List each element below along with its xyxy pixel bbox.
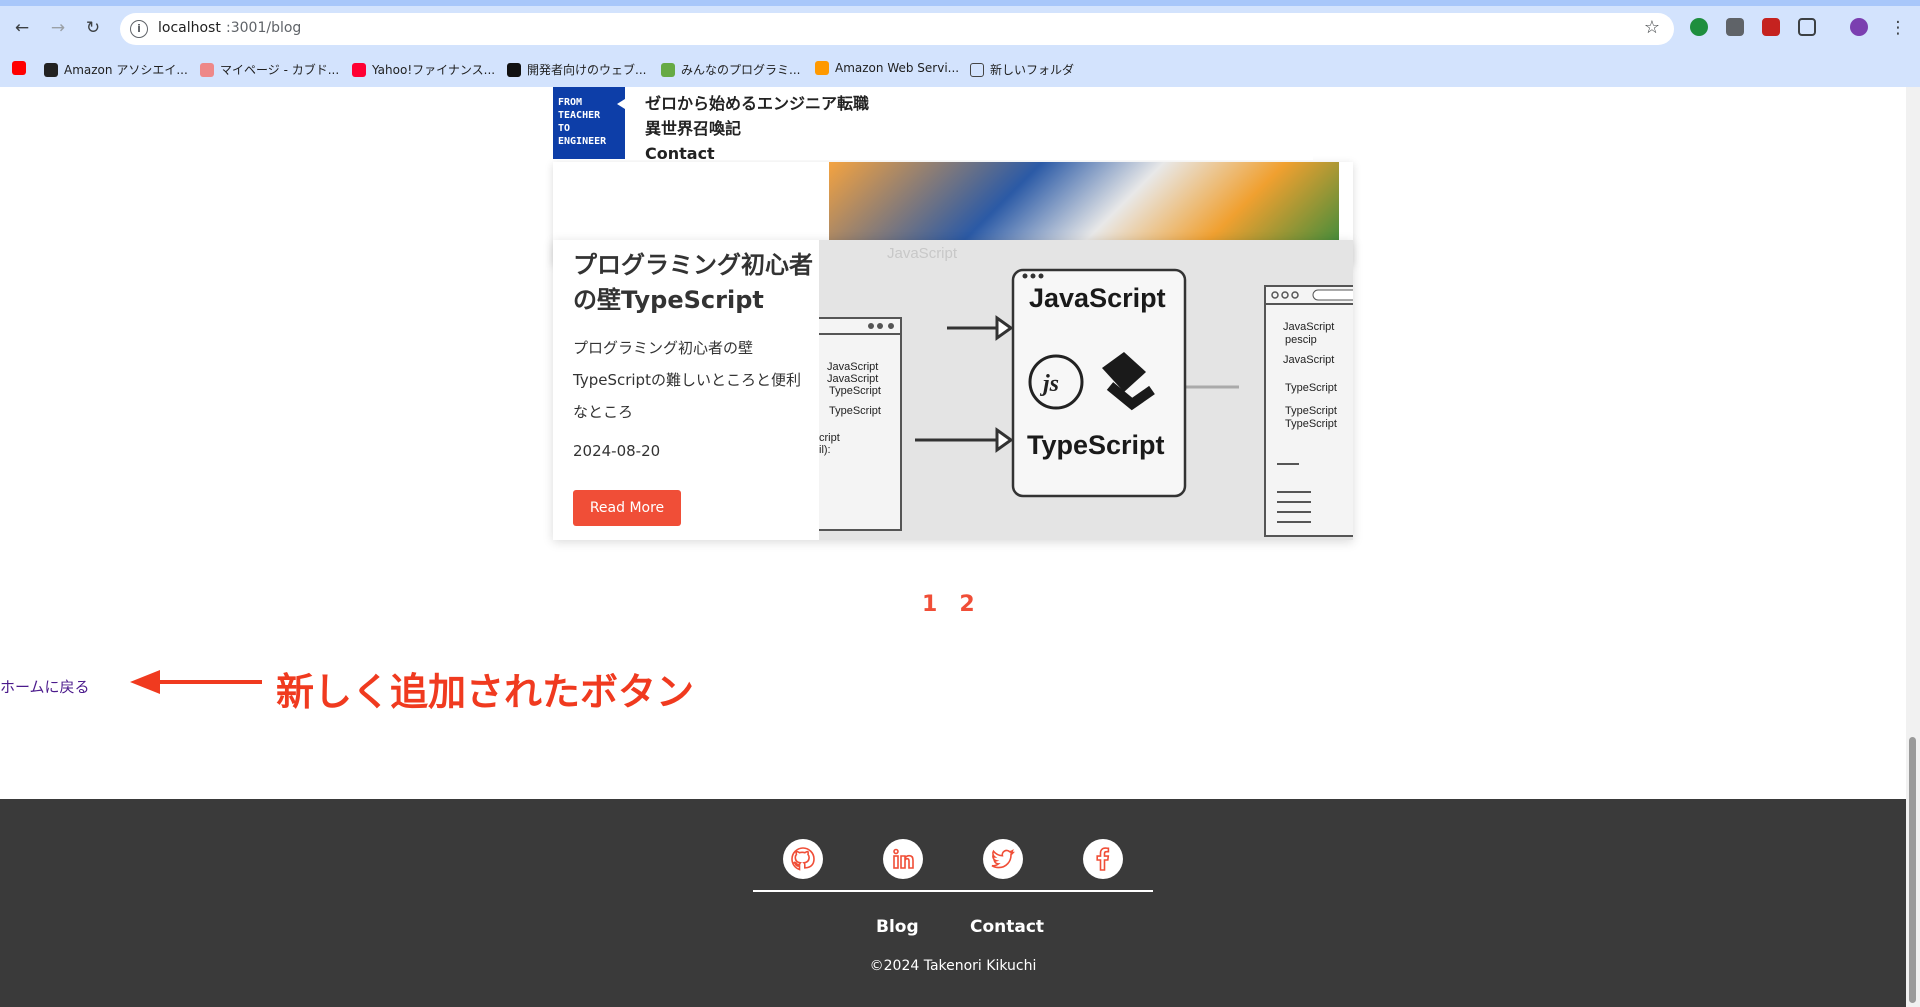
facebook-icon — [1096, 847, 1110, 871]
aws-icon — [815, 61, 829, 75]
read-more-button[interactable]: Read More — [573, 490, 681, 526]
url-path: :3001/blog — [226, 20, 302, 36]
watermark-text: JavaScript — [887, 245, 958, 262]
url-host: localhost — [158, 20, 221, 36]
site-info-icon[interactable]: i — [130, 20, 148, 38]
address-bar[interactable]: i localhost :3001/blog ☆ — [120, 13, 1674, 45]
bookmark-item[interactable]: マイページ - カブド... — [200, 61, 339, 78]
linkedin-icon — [893, 848, 914, 869]
bookmark-item[interactable]: 開発者向けのウェブ... — [507, 61, 646, 78]
annotation-label: 新しく追加されたボタン — [276, 670, 695, 714]
bookmark-item[interactable]: みんなのプログラミ... — [661, 61, 800, 78]
scrollbar-thumb[interactable] — [1909, 737, 1916, 1003]
back-to-home-link[interactable]: ホームに戻る — [0, 676, 90, 697]
svg-text:TypeScript: TypeScript — [829, 405, 881, 417]
youtube-bookmark[interactable] — [12, 61, 26, 75]
extensions-puzzle-icon[interactable] — [1798, 18, 1816, 36]
extension-clover-icon[interactable] — [1690, 18, 1708, 36]
annotation-arrow-icon — [130, 670, 262, 694]
linkedin-link[interactable] — [883, 839, 923, 879]
svg-text:pescip: pescip — [1285, 334, 1317, 346]
svg-text:cript: cript — [819, 432, 840, 444]
nav-link-isekai[interactable]: 異世界召喚記 — [645, 116, 869, 141]
post-card-text: プログラミング初心者の壁TypeScript プログラミング初心者の壁TypeS… — [573, 248, 813, 460]
back-icon[interactable]: ← — [10, 16, 34, 40]
svg-text:JavaScript: JavaScript — [827, 361, 878, 373]
svg-text:TypeScript: TypeScript — [829, 385, 881, 397]
svg-text:TypeScript: TypeScript — [1285, 382, 1337, 394]
post-excerpt: プログラミング初心者の壁TypeScriptの難しいところと便利なところ — [573, 339, 801, 421]
javascript-label: JavaScript — [1029, 283, 1166, 313]
bookmarks-bar: Amazon アソシエイ... マイページ - カブド... Yahoo!ファイ… — [0, 56, 1920, 81]
main-nav: ゼロから始めるエンジニア転職 異世界召喚記 Contact — [645, 91, 869, 166]
svg-text:TypeScript: TypeScript — [1285, 405, 1337, 417]
bookmark-item[interactable]: Yahoo!ファイナンス... — [352, 61, 495, 78]
bookmark-folder[interactable]: 新しいフォルダ — [970, 61, 1074, 78]
svg-text:JavaScript: JavaScript — [1283, 321, 1334, 333]
typescript-illustration: JavaScript JavaScript JavaScript TypeScr… — [819, 240, 1353, 540]
mdn-icon — [507, 62, 521, 77]
copyright-text: ©2024 Takenori Kikuchi — [869, 958, 1037, 974]
browser-chrome: ← → ↻ i localhost :3001/blog ☆ ⋮ Amazon … — [0, 0, 1920, 87]
footer-link-contact[interactable]: Contact — [970, 917, 1044, 937]
minna-icon — [661, 62, 675, 77]
reload-icon[interactable]: ↻ — [81, 16, 105, 40]
svg-text:JavaScript: JavaScript — [1283, 354, 1334, 366]
footer-divider — [753, 890, 1153, 892]
tab-strip — [0, 0, 1920, 6]
page-link-1[interactable]: 1 — [922, 592, 937, 617]
nav-link-contact[interactable]: Contact — [645, 141, 869, 166]
svg-text:TypeScript: TypeScript — [1285, 418, 1337, 430]
site-header: FROM TEACHER TO ENGINEER ゼロから始めるエンジニア転職 … — [553, 87, 1313, 163]
youtube-icon — [12, 61, 26, 75]
bookmark-item[interactable]: Amazon アソシエイ... — [44, 61, 188, 78]
page-viewport: FROM TEACHER TO ENGINEER ゼロから始めるエンジニア転職 … — [0, 87, 1906, 1007]
kabudot-icon — [200, 62, 214, 77]
typescript-label: TypeScript — [1027, 430, 1165, 460]
twitter-link[interactable] — [983, 839, 1023, 879]
twitter-icon — [991, 848, 1015, 869]
svg-text:il):: il): — [819, 444, 831, 456]
folder-icon — [970, 62, 984, 77]
yahoo-icon — [352, 62, 366, 77]
post-card[interactable]: プログラミング初心者の壁TypeScript プログラミング初心者の壁TypeS… — [553, 240, 1353, 540]
logo-flag — [617, 99, 625, 109]
nav-link-career[interactable]: ゼロから始めるエンジニア転職 — [645, 91, 869, 116]
forward-icon[interactable]: → — [46, 16, 70, 40]
site-footer: Blog Contact ©2024 Takenori Kikuchi — [0, 799, 1906, 1007]
extension-chat-icon[interactable] — [1726, 18, 1744, 36]
bookmark-star-icon[interactable]: ☆ — [1644, 17, 1660, 38]
site-logo[interactable]: FROM TEACHER TO ENGINEER — [553, 87, 625, 159]
footer-link-blog[interactable]: Blog — [876, 917, 919, 937]
post-title[interactable]: プログラミング初心者の壁TypeScript — [573, 248, 813, 318]
amazon-icon — [44, 62, 58, 77]
profile-avatar[interactable] — [1850, 18, 1868, 36]
post-thumbnail: JavaScript JavaScript JavaScript TypeScr… — [819, 240, 1353, 540]
page-link-2[interactable]: 2 — [959, 592, 974, 617]
github-icon — [791, 847, 815, 871]
facebook-link[interactable] — [1083, 839, 1123, 879]
extension-red-icon[interactable] — [1762, 18, 1780, 36]
svg-text:JavaScript: JavaScript — [827, 373, 878, 385]
github-link[interactable] — [783, 839, 823, 879]
chrome-menu-icon[interactable]: ⋮ — [1886, 16, 1910, 40]
pagination: 12 — [922, 592, 997, 617]
post-date: 2024-08-20 — [573, 442, 661, 460]
bookmark-item[interactable]: Amazon Web Servi... — [815, 61, 959, 75]
